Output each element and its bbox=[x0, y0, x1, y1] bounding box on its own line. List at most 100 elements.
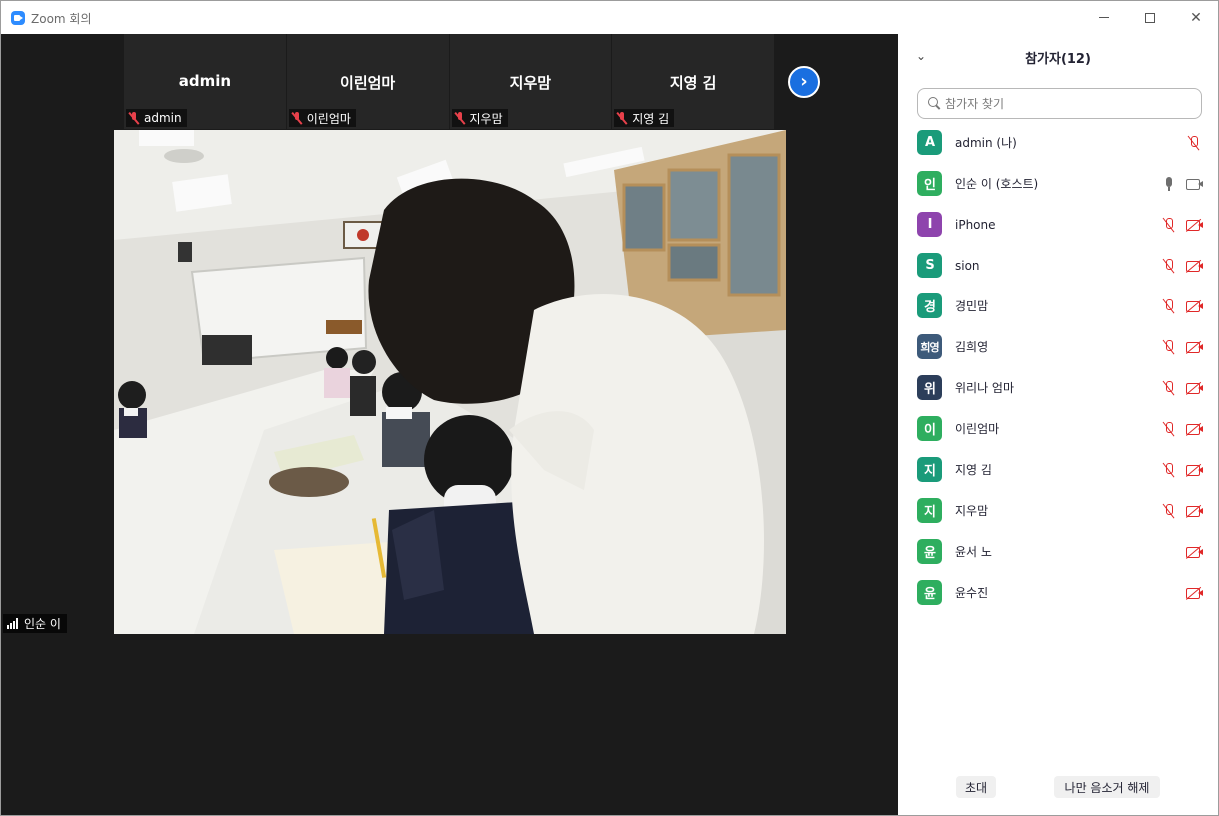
participant-name: admin (나) bbox=[955, 136, 1017, 150]
title-bar: Zoom 회의 ✕ bbox=[1, 1, 1218, 34]
video-muted-icon[interactable] bbox=[1185, 462, 1203, 478]
thumbnail-name-tag: admin bbox=[126, 109, 187, 127]
thumbnail-name: 이린엄마 bbox=[340, 74, 396, 92]
close-button[interactable]: ✕ bbox=[1173, 1, 1218, 34]
video-muted-icon[interactable] bbox=[1185, 298, 1203, 314]
participant-row[interactable]: 희영 김희영 bbox=[898, 326, 1218, 367]
chevron-right-icon: › bbox=[800, 71, 808, 92]
video-area: admin admin 이린엄마 이린엄마 지우맘 지우맘 지영 김 지영 김 … bbox=[1, 34, 898, 815]
thumbnail-strip: admin admin 이린엄마 이린엄마 지우맘 지우맘 지영 김 지영 김 bbox=[124, 34, 774, 129]
participant-name: 지영 김 bbox=[955, 463, 992, 477]
participant-row[interactable]: 윤 윤수진 bbox=[898, 572, 1218, 613]
classroom-video-frame bbox=[114, 130, 786, 634]
maximize-button[interactable] bbox=[1127, 1, 1173, 34]
video-thumbnail[interactable]: admin admin bbox=[124, 34, 286, 129]
participant-name: 김희영 bbox=[955, 340, 989, 354]
video-muted-icon[interactable] bbox=[1185, 585, 1203, 601]
search-input[interactable] bbox=[945, 96, 1185, 111]
avatar: 위 bbox=[917, 375, 942, 400]
minimize-icon bbox=[1099, 17, 1109, 18]
participant-row[interactable]: I iPhone bbox=[898, 204, 1218, 245]
mic-muted-icon[interactable] bbox=[1160, 339, 1178, 355]
mic-muted-icon[interactable] bbox=[1160, 258, 1178, 274]
participant-row[interactable]: A admin (나) bbox=[898, 122, 1218, 163]
participant-row[interactable]: 이 이린엄마 bbox=[898, 408, 1218, 449]
main-video-feed bbox=[114, 130, 786, 634]
video-muted-icon[interactable] bbox=[1185, 421, 1203, 437]
participant-row[interactable]: 지 지우맘 bbox=[898, 490, 1218, 531]
video-icon[interactable] bbox=[1185, 176, 1203, 192]
video-muted-icon[interactable] bbox=[1185, 217, 1203, 233]
mic-muted-icon[interactable] bbox=[1185, 135, 1203, 151]
mic-muted-icon[interactable] bbox=[1160, 217, 1178, 233]
avatar: 윤 bbox=[917, 539, 942, 564]
video-muted-icon[interactable] bbox=[1185, 380, 1203, 396]
video-muted-icon[interactable] bbox=[1185, 544, 1203, 560]
avatar: 지 bbox=[917, 498, 942, 523]
participant-row[interactable]: 위 위리나 엄마 bbox=[898, 367, 1218, 408]
mic-muted-icon bbox=[616, 111, 628, 125]
mic-muted-icon[interactable] bbox=[1160, 503, 1178, 519]
close-icon: ✕ bbox=[1190, 9, 1202, 26]
thumbnail-name-tag: 지영 김 bbox=[614, 109, 675, 127]
participant-name: 이린엄마 bbox=[955, 422, 1000, 436]
invite-button[interactable]: 초대 bbox=[956, 776, 996, 798]
thumbnail-name: 지우맘 bbox=[509, 74, 552, 92]
video-muted-icon[interactable] bbox=[1185, 339, 1203, 355]
video-muted-icon[interactable] bbox=[1185, 258, 1203, 274]
mic-icon[interactable] bbox=[1160, 176, 1178, 192]
mic-muted-icon[interactable] bbox=[1160, 421, 1178, 437]
mic-muted-icon[interactable] bbox=[1160, 298, 1178, 314]
participant-name: 윤수진 bbox=[955, 586, 989, 600]
avatar: 인 bbox=[917, 171, 942, 196]
participant-name: 인순 이 (호스트) bbox=[955, 177, 1039, 191]
participants-panel: ⌄ 참가자(12) A admin (나) 인 인순 이 (호스트) I iPh… bbox=[898, 34, 1218, 815]
participant-row[interactable]: S sion bbox=[898, 245, 1218, 286]
mic-muted-icon bbox=[128, 111, 140, 125]
video-thumbnail[interactable]: 이린엄마 이린엄마 bbox=[286, 34, 449, 129]
participant-row[interactable]: 윤 윤서 노 bbox=[898, 531, 1218, 572]
participant-name: 위리나 엄마 bbox=[955, 381, 1015, 395]
participant-name: 윤서 노 bbox=[955, 545, 992, 559]
video-thumbnail[interactable]: 지우맘 지우맘 bbox=[449, 34, 612, 129]
mic-muted-icon bbox=[291, 111, 303, 125]
participant-row[interactable]: 인 인순 이 (호스트) bbox=[898, 163, 1218, 204]
avatar: A bbox=[917, 130, 942, 155]
video-thumbnail[interactable]: 지영 김 지영 김 bbox=[612, 34, 774, 129]
participant-search[interactable] bbox=[917, 88, 1202, 119]
thumbnail-tag-label: 지영 김 bbox=[632, 111, 670, 126]
avatar: 경 bbox=[917, 293, 942, 318]
avatar: 지 bbox=[917, 457, 942, 482]
zoom-logo-icon bbox=[11, 11, 25, 25]
avatar: 희영 bbox=[917, 334, 942, 359]
next-page-button[interactable]: › bbox=[788, 66, 820, 98]
avatar: 이 bbox=[917, 416, 942, 441]
panel-footer: 초대 나만 음소거 해제 bbox=[898, 776, 1218, 800]
search-icon bbox=[928, 97, 941, 110]
active-speaker-tag: 인순 이 bbox=[3, 614, 67, 633]
maximize-icon bbox=[1145, 12, 1155, 23]
avatar: I bbox=[917, 212, 942, 237]
thumbnail-name: admin bbox=[178, 72, 232, 90]
participant-row[interactable]: 경 경민맘 bbox=[898, 285, 1218, 326]
participant-name: iPhone bbox=[955, 217, 996, 232]
zoom-window: Zoom 회의 ✕ admin admin 이린엄마 이린엄마 지우맘 지우맘 … bbox=[0, 0, 1219, 816]
participant-name: sion bbox=[955, 258, 980, 273]
thumbnail-name-tag: 이린엄마 bbox=[288, 109, 356, 127]
thumbnail-tag-label: 지우맘 bbox=[469, 111, 503, 126]
signal-strength-icon bbox=[7, 618, 18, 629]
avatar: S bbox=[917, 253, 942, 278]
panel-title: 참가자(12) bbox=[1025, 52, 1091, 67]
unmute-me-button[interactable]: 나만 음소거 해제 bbox=[1054, 776, 1160, 798]
minimize-button[interactable] bbox=[1081, 1, 1127, 34]
mic-muted-icon[interactable] bbox=[1160, 380, 1178, 396]
thumbnail-tag-label: admin bbox=[144, 111, 182, 125]
window-title: Zoom 회의 bbox=[31, 12, 92, 26]
thumbnail-name-tag: 지우맘 bbox=[451, 109, 508, 127]
participant-name: 경민맘 bbox=[955, 299, 989, 313]
participant-row[interactable]: 지 지영 김 bbox=[898, 449, 1218, 490]
mic-muted-icon[interactable] bbox=[1160, 462, 1178, 478]
thumbnail-tag-label: 이린엄마 bbox=[306, 111, 351, 126]
video-muted-icon[interactable] bbox=[1185, 503, 1203, 519]
thumbnail-name: 지영 김 bbox=[669, 74, 717, 92]
